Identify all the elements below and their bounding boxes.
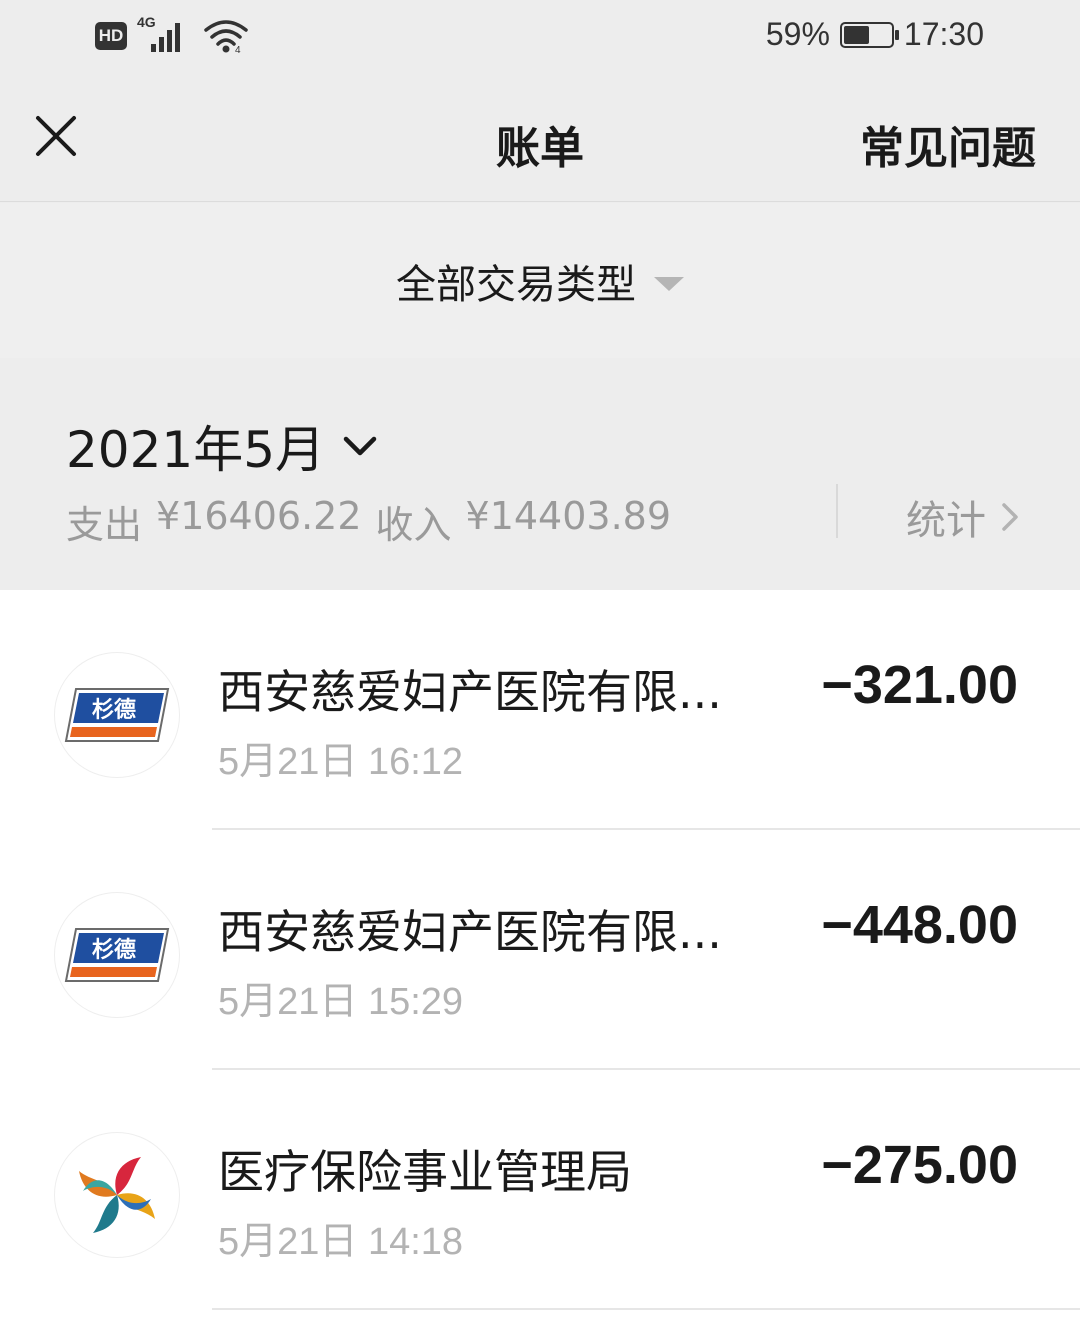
merchant-name: 西安慈爱妇产医院有限... xyxy=(218,905,722,959)
wifi-icon: 4 xyxy=(204,20,248,54)
merchant-avatar: 杉德 xyxy=(54,892,180,1018)
merchant-avatar: 杉德 xyxy=(54,652,180,778)
expense-label: 支出 xyxy=(66,503,143,547)
transaction-row[interactable]: 杉德 西安慈爱妇产医院有限... 5月21日 16:12 −321.00 xyxy=(0,590,1080,830)
month-label: 2021年5月 xyxy=(66,421,326,479)
faq-link[interactable]: 常见问题 xyxy=(860,112,1036,176)
cellular-signal-icon: 4G xyxy=(137,14,193,54)
filter-label: 全部交易类型 xyxy=(396,261,636,308)
transaction-type-filter[interactable]: 全部交易类型 xyxy=(396,252,684,310)
transaction-amount: −321.00 xyxy=(821,655,1018,715)
nav-bar: 账单 常见问题 xyxy=(0,76,1080,202)
expense-total: ¥16406.22 xyxy=(156,494,362,538)
medical-insurance-logo-icon xyxy=(79,1157,155,1233)
sand-logo-icon: 杉德 xyxy=(64,688,170,742)
logo-text: 杉德 xyxy=(92,697,136,723)
svg-text:4: 4 xyxy=(235,45,241,54)
filter-bar: 全部交易类型 xyxy=(0,203,1080,358)
stats-button[interactable]: 统计 xyxy=(906,488,1020,546)
transaction-row[interactable]: 杉德 西安慈爱妇产医院有限... 5月21日 15:29 −448.00 xyxy=(0,830,1080,1070)
status-right: 59% 17:30 xyxy=(766,16,984,53)
month-totals: 支出 ¥16406.22 收入 ¥14403.89 xyxy=(66,494,671,549)
chevron-right-icon xyxy=(1002,503,1018,531)
battery-percent: 59% xyxy=(765,16,830,52)
stats-label: 统计 xyxy=(906,498,986,544)
transaction-amount: −448.00 xyxy=(821,895,1018,955)
transaction-row[interactable]: 医疗保险事业管理局 5月21日 14:18 −275.00 xyxy=(0,1070,1080,1310)
merchant-name: 医疗保险事业管理局 xyxy=(218,1145,632,1199)
month-summary: 2021年5月 支出 ¥16406.22 收入 ¥14403.89 统计 xyxy=(0,358,1080,590)
transaction-list: 杉德 西安慈爱妇产医院有限... 5月21日 16:12 −321.00 杉德 … xyxy=(0,590,1080,1323)
logo-text: 杉德 xyxy=(92,937,136,963)
transaction-time: 5月21日 16:12 xyxy=(218,741,464,783)
transaction-amount: −275.00 xyxy=(821,1135,1018,1195)
income-label: 收入 xyxy=(375,503,452,547)
row-divider xyxy=(212,1308,1080,1310)
caret-down-icon xyxy=(654,276,684,291)
divider xyxy=(836,484,838,538)
transaction-time: 5月21日 15:29 xyxy=(218,981,464,1023)
income-total: ¥14403.89 xyxy=(465,494,672,538)
sand-logo-icon: 杉德 xyxy=(64,928,170,982)
hd-badge: HD xyxy=(95,22,127,50)
merchant-avatar xyxy=(54,1132,180,1258)
battery-icon xyxy=(839,21,899,48)
month-picker[interactable]: 2021年5月 xyxy=(66,410,377,482)
status-left: HD 4G 4 xyxy=(95,14,249,54)
clock: 17:30 xyxy=(903,16,984,52)
merchant-name: 西安慈爱妇产医院有限... xyxy=(218,665,722,719)
status-bar: HD 4G 4 59% 17:30 xyxy=(0,0,1080,76)
chevron-down-icon xyxy=(343,436,377,456)
transaction-time: 5月21日 14:18 xyxy=(218,1221,464,1263)
